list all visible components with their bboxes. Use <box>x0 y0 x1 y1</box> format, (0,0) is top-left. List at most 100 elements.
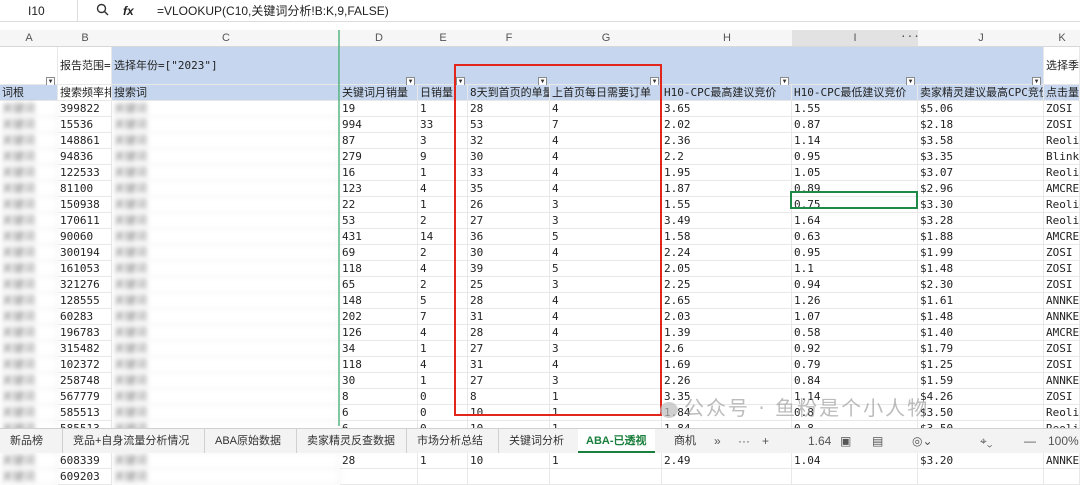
cell-k[interactable]: Reolin <box>1044 165 1080 181</box>
fx-icon[interactable]: fx <box>123 4 134 18</box>
report-range-label[interactable]: 报告范围= <box>58 47 112 85</box>
tab-aba-raw[interactable]: ABA原始数据 <box>204 429 281 453</box>
cell-d[interactable]: 65 <box>340 277 418 293</box>
cell-d[interactable]: 6 <box>340 405 418 421</box>
col-title-monthly-sales[interactable]: 关键词月销量 <box>340 85 418 101</box>
cell-a[interactable]: 关键词 <box>0 341 58 357</box>
column-header-c[interactable]: C <box>112 30 340 47</box>
cell-d[interactable]: 19 <box>340 101 418 117</box>
column-header-d[interactable]: D <box>340 30 418 47</box>
cell-d[interactable]: 16 <box>340 165 418 181</box>
cell-k[interactable]: Reolin <box>1044 197 1080 213</box>
cell-h[interactable]: 2.02 <box>662 117 792 133</box>
column-header-h[interactable]: H <box>662 30 792 47</box>
cell-f[interactable]: 10 <box>468 453 550 469</box>
crosshair-icon[interactable]: ⌖⌄ <box>980 429 992 453</box>
cell-i[interactable] <box>792 469 918 485</box>
cell-d[interactable]: 22 <box>340 197 418 213</box>
cell-i[interactable]: 1.1 <box>792 261 918 277</box>
cell-h[interactable]: 2.65 <box>662 293 792 309</box>
cell-k[interactable]: ANNKE <box>1044 309 1080 325</box>
col-title-rank[interactable]: 搜索频率排 <box>58 85 112 101</box>
tab-competitor-traffic[interactable]: 竞品+自身流量分析情况 <box>62 429 189 453</box>
cell-c[interactable]: 关键词 <box>112 149 340 165</box>
cell-j[interactable]: $1.25 <box>918 357 1044 373</box>
cell-a[interactable]: 关键词 <box>0 293 58 309</box>
column-header-b[interactable]: B <box>58 30 112 47</box>
cell-c[interactable]: 关键词 <box>112 261 340 277</box>
cell-a[interactable]: 关键词 <box>0 453 58 469</box>
cell-b[interactable]: 321276 <box>58 277 112 293</box>
cell-a[interactable]: 关键词 <box>0 325 58 341</box>
cell-h[interactable] <box>662 469 792 485</box>
comment-icon[interactable]: ▤ <box>872 429 883 453</box>
cell-k[interactable]: ZOSI <box>1044 341 1080 357</box>
cell-k[interactable]: Reolin <box>1044 213 1080 229</box>
cell-a[interactable]: 关键词 <box>0 309 58 325</box>
cell-a[interactable]: 关键词 <box>0 373 58 389</box>
cell-i[interactable]: 1.05 <box>792 165 918 181</box>
cell-a[interactable]: 关键词 <box>0 357 58 373</box>
cell-i[interactable]: 1.64 <box>792 213 918 229</box>
add-sheet-button[interactable]: + <box>762 429 769 453</box>
cell-b[interactable]: 128555 <box>58 293 112 309</box>
cell-k[interactable]: Reolin <box>1044 405 1080 421</box>
cell-i[interactable]: 1.04 <box>792 453 918 469</box>
cell-c[interactable]: 关键词 <box>112 293 340 309</box>
cell-b[interactable]: 148861 <box>58 133 112 149</box>
cell-j[interactable]: $1.48 <box>918 309 1044 325</box>
cell-d[interactable] <box>340 469 418 485</box>
cell-d[interactable]: 148 <box>340 293 418 309</box>
cell-h[interactable]: 2.2 <box>662 149 792 165</box>
cell-j[interactable]: $3.28 <box>918 213 1044 229</box>
image-icon[interactable]: ▣ <box>840 429 851 453</box>
col-title-root[interactable]: 词根 <box>0 85 58 101</box>
cell-c[interactable]: 关键词 <box>112 357 340 373</box>
cell-k[interactable]: AMCRES <box>1044 229 1080 245</box>
cell-h[interactable]: 2.03 <box>662 309 792 325</box>
cell-b[interactable]: 122533 <box>58 165 112 181</box>
cell-a[interactable]: 关键词 <box>0 133 58 149</box>
cell-a[interactable]: 关键词 <box>0 181 58 197</box>
cell-a[interactable]: 关键词 <box>0 213 58 229</box>
cell-b[interactable]: 567779 <box>58 389 112 405</box>
cell-h[interactable]: 1.58 <box>662 229 792 245</box>
cell-d[interactable]: 118 <box>340 261 418 277</box>
name-box[interactable]: I10 <box>0 0 78 22</box>
cell-j[interactable]: $3.58 <box>918 133 1044 149</box>
cell-j[interactable]: $2.96 <box>918 181 1044 197</box>
cell-a[interactable]: 关键词 <box>0 277 58 293</box>
cell-a[interactable]: 关键词 <box>0 245 58 261</box>
cell-c[interactable]: 关键词 <box>112 389 340 405</box>
cell-c[interactable]: 关键词 <box>112 405 340 421</box>
cell-c[interactable]: 关键词 <box>112 181 340 197</box>
cell-c[interactable]: 关键词 <box>112 229 340 245</box>
cell-a[interactable]: 关键词 <box>0 261 58 277</box>
cell-k[interactable]: ZOSI <box>1044 245 1080 261</box>
cell-g[interactable] <box>550 469 662 485</box>
cell-b[interactable]: 15536 <box>58 117 112 133</box>
cell-a[interactable]: 关键词 <box>0 117 58 133</box>
cell-h[interactable]: 3.65 <box>662 101 792 117</box>
cell-d[interactable]: 30 <box>340 373 418 389</box>
cell-c[interactable]: 关键词 <box>112 373 340 389</box>
cell-e[interactable] <box>418 469 468 485</box>
season-filter[interactable]: 选择季 <box>1044 47 1080 85</box>
cell-j[interactable]: $1.99 <box>918 245 1044 261</box>
cell-i[interactable]: 0.92 <box>792 341 918 357</box>
cell-d[interactable]: 8 <box>340 389 418 405</box>
cell-k[interactable] <box>1044 469 1080 485</box>
col-title-h10-min[interactable]: H10-CPC最低建议竞价 <box>792 85 918 101</box>
cell-d[interactable]: 53 <box>340 213 418 229</box>
cell-c[interactable]: 关键词 <box>112 325 340 341</box>
cell-a[interactable]: 关键词 <box>0 197 58 213</box>
cell-b[interactable]: 258748 <box>58 373 112 389</box>
cell-c[interactable]: 关键词 <box>112 469 340 485</box>
tab-new-products[interactable]: 新品榜 <box>10 429 43 453</box>
cell-h[interactable]: 2.24 <box>662 245 792 261</box>
cell-h[interactable]: 1.69 <box>662 357 792 373</box>
cell-a[interactable]: 关键词 <box>0 229 58 245</box>
cell-h[interactable]: 2.49 <box>662 453 792 469</box>
cell-k[interactable]: ANNKE <box>1044 373 1080 389</box>
cell-h[interactable]: 3.49 <box>662 213 792 229</box>
